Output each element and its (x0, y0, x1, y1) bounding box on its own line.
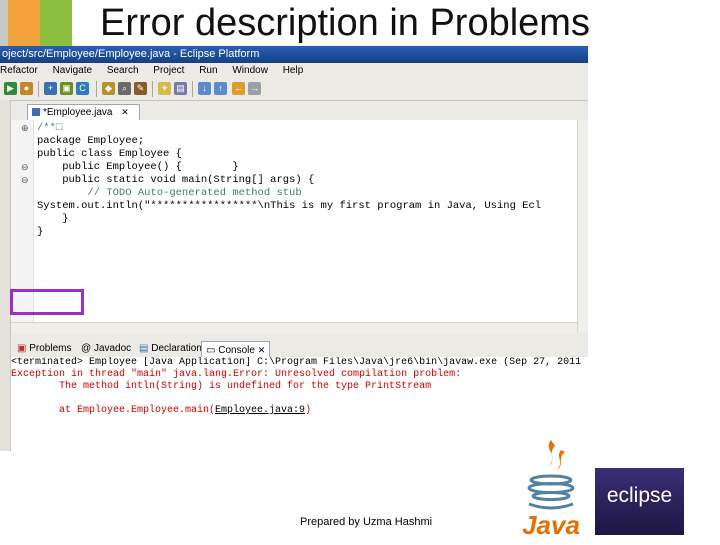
menu-bar: Refactor Navigate Search Project Run Win… (0, 63, 588, 78)
code-line: // TODO Auto-generated method stub (37, 187, 302, 199)
console-stack-suffix: ) (305, 405, 312, 416)
fold-icon[interactable]: ⊖ (21, 175, 29, 186)
debug-icon[interactable]: ● (20, 82, 33, 95)
editor-vertical-scrollbar[interactable] (577, 120, 588, 332)
menu-window[interactable]: Window (232, 63, 268, 78)
window-title: oject/src/Employee/Employee.java - Eclip… (0, 46, 588, 63)
editor-tab-employee[interactable]: *Employee.java ✕ (27, 104, 140, 121)
java-logo-text: Java (522, 510, 580, 540)
tool-icon[interactable]: ✎ (134, 82, 147, 95)
menu-help[interactable]: Help (283, 63, 304, 78)
menu-refactor[interactable]: Refactor (0, 63, 38, 78)
console-stack-link[interactable]: Employee.java:9 (215, 405, 305, 416)
fold-icon[interactable]: ⊖ (21, 162, 29, 173)
code-text: /**□ package Employee; public class Empl… (37, 122, 541, 239)
forward-icon[interactable]: → (248, 82, 261, 95)
close-icon[interactable]: ✕ (121, 107, 129, 117)
run-icon[interactable]: ▶ (4, 82, 17, 95)
console-error-line: Exception in thread "main" java.lang.Err… (11, 369, 462, 380)
menu-run[interactable]: Run (199, 63, 217, 78)
slide-accent-green (40, 0, 72, 46)
open-type-icon[interactable]: ◆ (102, 82, 115, 95)
new-icon[interactable]: + (44, 82, 57, 95)
java-file-icon (32, 108, 40, 117)
code-line: } (37, 226, 44, 238)
code-line: public Employee() { } (37, 161, 239, 173)
code-line: package Employee; (37, 135, 145, 147)
console-header: <terminated> Employee [Java Application]… (11, 357, 588, 368)
menu-navigate[interactable]: Navigate (53, 63, 92, 78)
eclipse-window: oject/src/Employee/Employee.java - Eclip… (0, 46, 588, 451)
console-icon: ▭ (206, 345, 216, 356)
problems-icon: ▣ (17, 343, 27, 354)
package-icon[interactable]: ▣ (60, 82, 73, 95)
code-line: public static void main(String[] args) { (37, 174, 315, 186)
code-line-error: System.out.intln("*****************\nThi… (37, 200, 542, 212)
annotation-icon[interactable]: ▤ (174, 82, 187, 95)
back-icon[interactable]: ← (232, 82, 245, 95)
javadoc-icon: @ (81, 343, 92, 354)
eclipse-logo: eclipse (595, 468, 684, 535)
editor-tab-bar: *Employee.java ✕ (11, 104, 588, 121)
code-line: /**□ (37, 122, 63, 134)
java-cup-icon: Java (522, 440, 580, 540)
class-icon[interactable]: C (76, 82, 89, 95)
code-editor[interactable]: ⊕ ⊖ ⊖ /**□ package Employee; public clas… (11, 120, 577, 332)
panel-tab-bar: ▣ Problems @ Javadoc ▤ Declaration ▭ Con… (11, 341, 588, 358)
left-trim (0, 100, 11, 451)
editor-tab-label: *Employee.java (43, 107, 113, 118)
slide-accent-orange (8, 0, 40, 46)
declaration-icon: ▤ (139, 343, 149, 354)
menu-search[interactable]: Search (107, 63, 139, 78)
editor-horizontal-scrollbar[interactable] (11, 322, 577, 333)
tab-problems[interactable]: ▣ Problems (13, 341, 75, 357)
slide-title: Error description in Problems (100, 2, 590, 44)
console-error-line: The method intln(String) is undefined fo… (11, 381, 432, 392)
search-icon[interactable]: ⌕ (118, 82, 131, 95)
java-logo: Java (499, 432, 607, 540)
code-line: public class Employee { (37, 148, 182, 160)
tab-console[interactable]: ▭ Console ✕ (201, 341, 271, 357)
footer-credit: Prepared by Uzma Hashmi (300, 516, 433, 528)
toolbar: ▶ ● + ▣ C ◆ ⌕ ✎ ✦ ▤ ↓ ↑ ← → (0, 78, 588, 101)
code-line: } (37, 213, 69, 225)
slide-accent-gray (0, 0, 8, 46)
eclipse-logo-text: eclipse (606, 484, 673, 507)
fold-icon[interactable]: ⊕ (21, 123, 29, 134)
menu-project[interactable]: Project (153, 63, 184, 78)
next-annotation-icon[interactable]: ↓ (198, 82, 211, 95)
close-icon[interactable]: ✕ (258, 345, 266, 355)
console-stack-prefix: at Employee.Employee.main( (11, 405, 216, 416)
problems-tab-highlight (10, 289, 84, 315)
tab-declaration[interactable]: ▤ Declaration (135, 341, 206, 357)
prev-annotation-icon[interactable]: ↑ (214, 82, 227, 95)
tab-javadoc[interactable]: @ Javadoc (77, 341, 135, 357)
mark-icon[interactable]: ✦ (158, 82, 171, 95)
